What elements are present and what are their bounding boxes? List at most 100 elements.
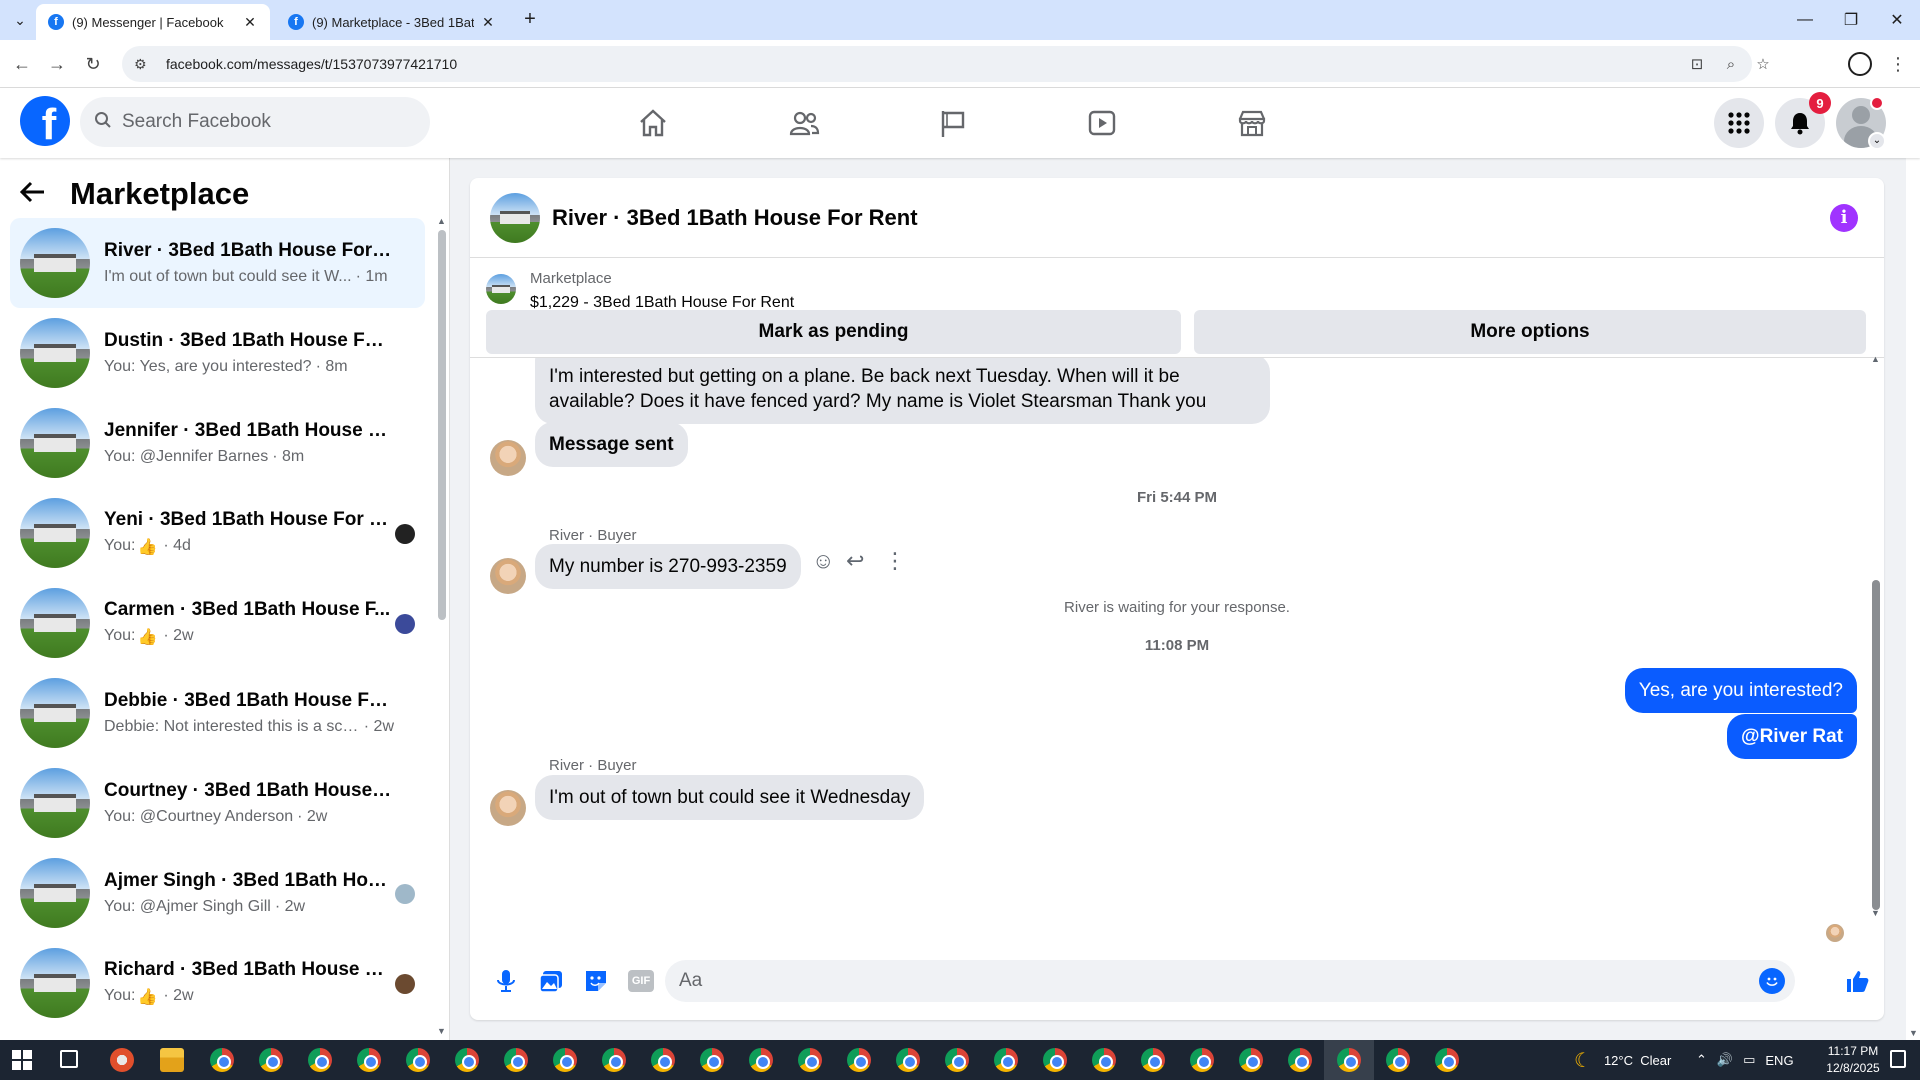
close-tab-icon[interactable]: ✕ xyxy=(480,14,496,31)
network-icon[interactable]: ▭ xyxy=(1743,1052,1755,1068)
notifications-bell-icon[interactable]: 9 xyxy=(1775,92,1831,148)
conversation-item-dustin[interactable]: Dustin · 3Bed 1Bath House For R... You: … xyxy=(10,308,425,398)
gif-icon[interactable]: GIF xyxy=(626,966,656,996)
browser-profile-icon[interactable] xyxy=(1848,52,1872,76)
chrome-icon[interactable] xyxy=(847,1048,871,1072)
message-thread-scrollbar[interactable]: ▲ ▼ xyxy=(1871,354,1880,918)
chat-title[interactable]: River · 3Bed 1Bath House For Rent xyxy=(552,205,918,231)
sticker-icon[interactable] xyxy=(581,966,611,996)
message-thread[interactable]: I'm interested but getting on a plane. B… xyxy=(470,358,1884,918)
scrollbar-thumb[interactable] xyxy=(1872,580,1880,910)
chrome-icon[interactable] xyxy=(1043,1048,1067,1072)
menu-grid-icon[interactable] xyxy=(1714,98,1764,148)
weather-widget[interactable]: ☾ 12°C Clear xyxy=(1574,1040,1671,1080)
search-input[interactable] xyxy=(122,111,402,133)
browser-tab-marketplace[interactable]: f (9) Marketplace - 3Bed 1Bath House For… xyxy=(276,4,508,40)
site-info-icon[interactable]: ⚙ xyxy=(134,56,154,73)
emoji-icon[interactable] xyxy=(1759,968,1785,994)
scroll-up-arrow-icon[interactable]: ▲ xyxy=(437,216,446,226)
close-tab-icon[interactable]: ✕ xyxy=(242,14,258,31)
conversation-item-river[interactable]: River · 3Bed 1Bath House For Rent I'm ou… xyxy=(10,218,425,308)
sender-avatar[interactable] xyxy=(490,558,526,594)
conversation-item-courtney[interactable]: Courtney · 3Bed 1Bath House For... You: … xyxy=(10,758,425,848)
listing-thumbnail[interactable] xyxy=(486,274,516,304)
more-actions-icon[interactable]: ⋮ xyxy=(884,548,906,574)
volume-icon[interactable]: 🔊 xyxy=(1717,1052,1733,1068)
mark-as-pending-button[interactable]: Mark as pending xyxy=(486,310,1181,354)
pinned-app-icon[interactable] xyxy=(110,1048,134,1072)
chrome-icon[interactable] xyxy=(1092,1048,1116,1072)
conversation-item-yeni[interactable]: Yeni · 3Bed 1Bath House For R... You: 👍 · … xyxy=(10,488,425,578)
chrome-icon[interactable] xyxy=(259,1048,283,1072)
message-input[interactable] xyxy=(679,970,1739,992)
windows-start-icon[interactable] xyxy=(12,1050,32,1070)
microphone-icon[interactable] xyxy=(491,966,521,996)
zoom-icon[interactable]: ⌕ xyxy=(1716,46,1746,82)
chrome-icon[interactable] xyxy=(357,1048,381,1072)
listing-thumbnail[interactable] xyxy=(490,192,540,243)
tab-search-chevron-icon[interactable]: ⌄ xyxy=(8,8,32,32)
conversation-list-scrollbar[interactable]: ▲ ▼ xyxy=(437,216,446,1036)
back-arrow-icon[interactable]: ← xyxy=(10,52,34,76)
forward-arrow-icon[interactable]: → xyxy=(45,52,69,76)
conversation-item-richard[interactable]: Richard · 3Bed 1Bath House Fo... You: 👍 · … xyxy=(10,938,425,1028)
message-input-box[interactable] xyxy=(665,960,1795,1002)
chrome-icon[interactable] xyxy=(1435,1048,1459,1072)
chrome-icon[interactable] xyxy=(1239,1048,1263,1072)
task-view-icon[interactable] xyxy=(60,1050,78,1068)
browser-menu-icon[interactable]: ⋮ xyxy=(1886,52,1910,76)
chrome-icon[interactable] xyxy=(1141,1048,1165,1072)
chrome-icon[interactable] xyxy=(210,1048,234,1072)
file-explorer-icon[interactable] xyxy=(160,1048,184,1072)
back-arrow-icon[interactable] xyxy=(19,177,60,211)
chrome-icon[interactable] xyxy=(896,1048,920,1072)
message-bubble-outgoing[interactable]: Yes, are you interested? xyxy=(1624,668,1857,713)
url-text[interactable]: facebook.com/messages/t/1537073977421710 xyxy=(166,56,457,72)
scroll-down-arrow-icon[interactable]: ▼ xyxy=(437,1026,446,1036)
message-bubble-incoming[interactable]: I'm out of town but could see it Wednesd… xyxy=(535,775,925,820)
chrome-icon[interactable] xyxy=(602,1048,626,1072)
message-bubble-incoming[interactable]: My number is 270-993-2359 xyxy=(535,544,801,589)
message-bubble-outgoing[interactable]: @River Rat xyxy=(1727,714,1857,759)
chrome-icon[interactable] xyxy=(308,1048,332,1072)
chrome-icon[interactable] xyxy=(1337,1048,1361,1072)
new-tab-button[interactable]: + xyxy=(518,8,542,32)
chrome-icon[interactable] xyxy=(749,1048,773,1072)
restore-window-button[interactable]: ❐ xyxy=(1828,0,1874,40)
page-scrollbar[interactable]: ▲ ▼ xyxy=(1906,88,1920,1040)
install-app-icon[interactable]: ⊡ xyxy=(1682,46,1712,82)
message-bubble-incoming[interactable]: I'm interested but getting on a plane. B… xyxy=(535,358,1270,424)
chrome-icon[interactable] xyxy=(700,1048,724,1072)
marketplace-icon[interactable] xyxy=(1196,98,1308,148)
conversation-item-ajmer-singh[interactable]: Ajmer Singh · 3Bed 1Bath Hou... You: @Aj… xyxy=(10,848,425,938)
message-bubble-incoming[interactable]: Message sent xyxy=(535,422,688,467)
chrome-icon[interactable] xyxy=(406,1048,430,1072)
chrome-icon[interactable] xyxy=(553,1048,577,1072)
chrome-icon[interactable] xyxy=(1386,1048,1410,1072)
conversation-list[interactable]: River · 3Bed 1Bath House For Rent I'm ou… xyxy=(0,218,432,1038)
bookmark-star-icon[interactable]: ☆ xyxy=(1748,46,1778,82)
chrome-icon[interactable] xyxy=(504,1048,528,1072)
scroll-up-arrow-icon[interactable]: ▲ xyxy=(1871,354,1880,364)
reply-arrow-icon[interactable]: ↩ xyxy=(846,548,864,574)
more-options-button[interactable]: More options xyxy=(1194,310,1866,354)
chrome-icon[interactable] xyxy=(651,1048,675,1072)
friends-icon[interactable] xyxy=(748,98,860,148)
minimize-window-button[interactable]: — xyxy=(1782,0,1828,40)
sender-avatar[interactable] xyxy=(490,790,526,826)
pages-flag-icon[interactable] xyxy=(897,98,1009,148)
taskbar-clock[interactable]: 11:17 PM 12/8/2025 xyxy=(1820,1043,1886,1077)
conversation-item-debbie[interactable]: Debbie · 3Bed 1Bath House For R... Debbi… xyxy=(10,668,425,758)
chrome-icon[interactable] xyxy=(1288,1048,1312,1072)
chevron-down-icon[interactable]: ⌄ xyxy=(1868,132,1886,150)
facebook-search-box[interactable] xyxy=(80,97,430,147)
close-window-button[interactable]: ✕ xyxy=(1874,0,1920,40)
chrome-icon[interactable] xyxy=(455,1048,479,1072)
notification-center-icon[interactable] xyxy=(1890,1050,1906,1068)
chrome-icon[interactable] xyxy=(798,1048,822,1072)
conversation-item-carmen[interactable]: Carmen · 3Bed 1Bath House F... You: 👍 · 2w xyxy=(10,578,425,668)
facebook-logo-icon[interactable]: f xyxy=(20,96,70,146)
scroll-down-arrow-icon[interactable]: ▼ xyxy=(1871,908,1880,918)
info-icon[interactable]: i xyxy=(1830,204,1858,232)
browser-tab-messenger[interactable]: f (9) Messenger | Facebook ✕ xyxy=(36,4,270,40)
